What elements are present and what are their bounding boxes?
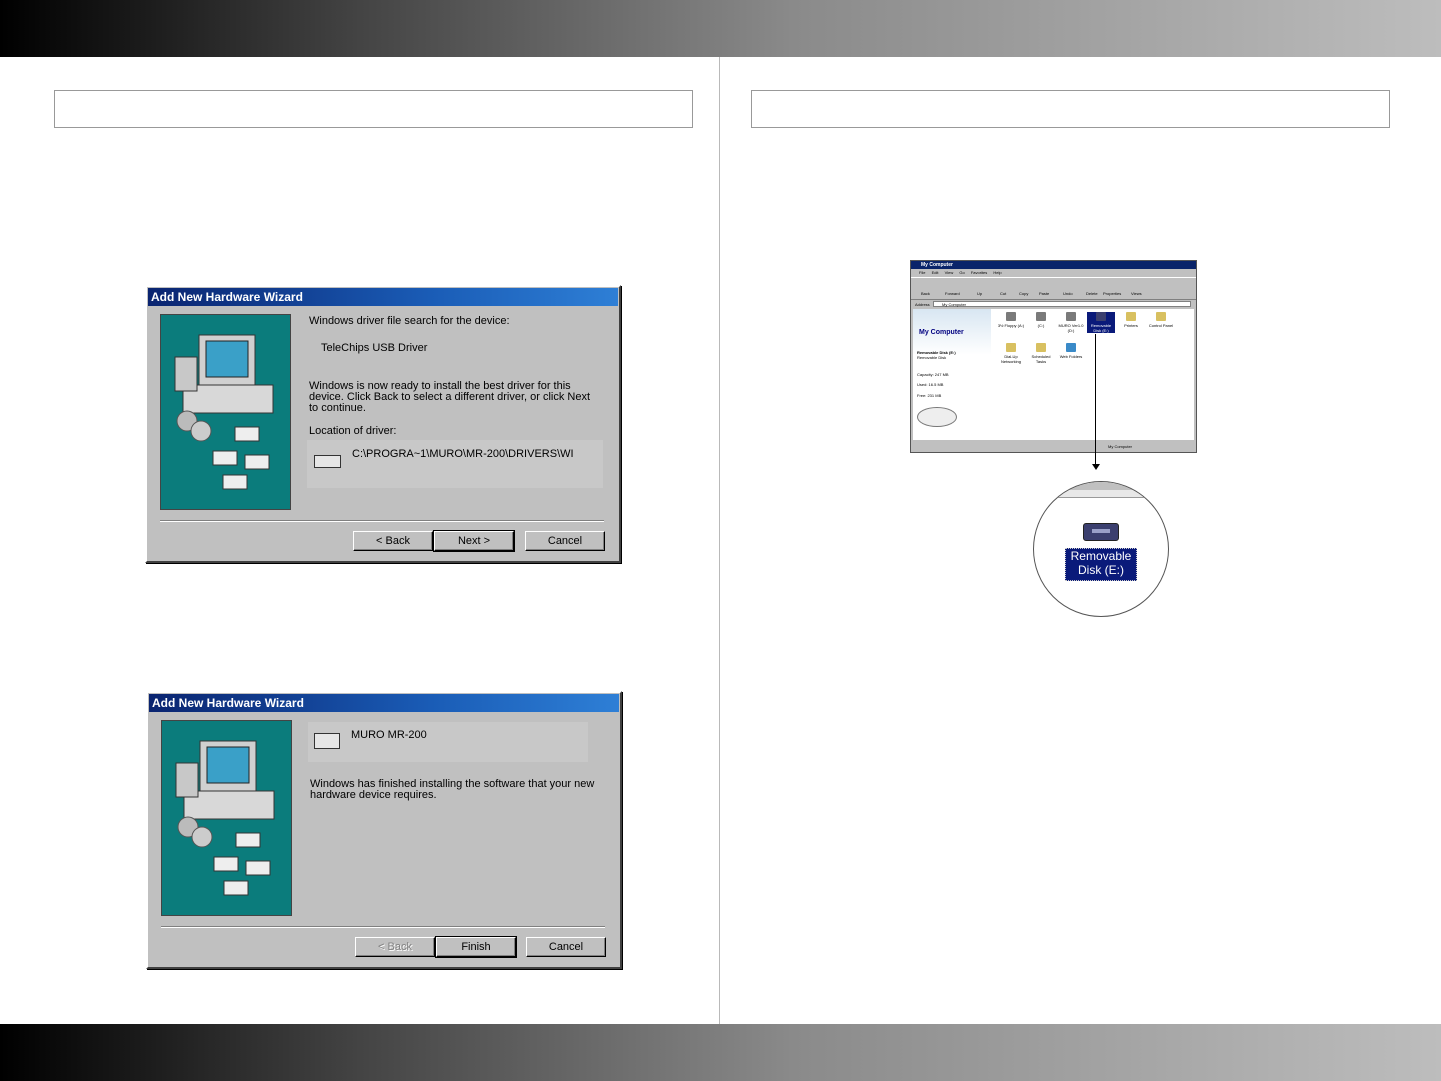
status-bar: My Computer <box>911 442 1196 452</box>
back-tool[interactable]: Back <box>921 291 930 296</box>
up-tool[interactable]: Up <box>977 291 982 296</box>
dialog-title: Add New Hardware Wizard <box>148 288 618 306</box>
zoom-window-strip <box>1034 490 1168 498</box>
device-name: MURO MR-200 <box>351 729 427 741</box>
address-field[interactable]: My Computer <box>933 301 1191 307</box>
device-name: TeleChips USB Driver <box>321 342 428 354</box>
address-label: Address <box>915 302 930 307</box>
next-button[interactable]: Next > <box>433 530 515 552</box>
button-separator <box>160 520 604 522</box>
menu-file[interactable]: File <box>919 270 925 275</box>
add-hardware-wizard-finish-dialog: Add New Hardware Wizard MURO MR-200 Wind… <box>146 691 622 969</box>
button-separator <box>161 926 605 928</box>
free-space-text: Free: 231 MB <box>917 393 942 398</box>
menu-go[interactable]: Go <box>959 270 964 275</box>
views-tool[interactable]: Views <box>1131 291 1142 296</box>
removable-disk-zoom-icon <box>1083 523 1119 541</box>
back-button[interactable]: < Back <box>355 937 435 957</box>
panel-title: My Computer <box>919 329 964 336</box>
device-icon <box>314 733 340 749</box>
scheduled-tasks-icon[interactable]: Scheduled Tasks <box>1027 343 1055 364</box>
zoom-label-line-1: Removable <box>1070 549 1132 563</box>
page-divider <box>719 57 720 1024</box>
window-title: My Computer <box>911 261 1196 269</box>
computer-install-illustration-icon <box>160 314 291 510</box>
removable-disk-zoom-label[interactable]: Removable Disk (E:) <box>1065 548 1137 581</box>
selected-drive-type: Removable Disk <box>917 355 947 360</box>
add-hardware-wizard-driver-dialog: Add New Hardware Wizard Windows driver f… <box>145 285 621 563</box>
finish-message-line-2: hardware device requires. <box>310 789 437 801</box>
callout-arrow-icon <box>1092 464 1100 470</box>
menu-view[interactable]: View <box>945 270 954 275</box>
cancel-button[interactable]: Cancel <box>525 531 605 551</box>
address-bar: Address My Computer <box>911 300 1196 309</box>
computer-install-illustration-icon <box>161 720 292 916</box>
my-computer-window: My Computer File Edit View Go Favorites … <box>910 260 1197 453</box>
paste-tool[interactable]: Paste <box>1039 291 1049 296</box>
dialog-title: Add New Hardware Wizard <box>149 694 619 712</box>
forward-tool[interactable]: Forward <box>945 291 960 296</box>
drive-icon <box>314 455 341 468</box>
web-folders-icon[interactable]: Web Folders <box>1057 343 1085 359</box>
zoom-toolbar-strip <box>1034 482 1168 490</box>
menu-bar: File Edit View Go Favorites Help <box>911 269 1196 277</box>
folder-view: My Computer Removable Disk (E:) Removabl… <box>913 309 1194 440</box>
left-section-header-box <box>54 90 693 128</box>
delete-tool[interactable]: Delete <box>1086 291 1098 296</box>
status-text: My Computer <box>1108 444 1133 449</box>
dial-up-networking-icon[interactable]: Dial-Up Networking <box>997 343 1025 364</box>
location-label: Location of driver: <box>309 425 397 437</box>
menu-favorites[interactable]: Favorites <box>971 270 987 275</box>
used-space-text: Used: 16.5 MB <box>917 382 944 387</box>
message-line-3: to continue. <box>309 402 366 414</box>
info-panel: My Computer Removable Disk (E:) Removabl… <box>913 309 991 440</box>
cd-drive-icon[interactable]: MURO Ver1.0 (D:) <box>1057 312 1085 333</box>
right-section-header-box <box>751 90 1390 128</box>
removable-disk-icon[interactable]: Removable Disk (E:) <box>1087 312 1115 333</box>
toolbar: Back Forward Up Cut Copy Paste Undo Dele… <box>911 277 1196 300</box>
control-panel-icon[interactable]: Control Panel <box>1147 312 1175 328</box>
cancel-button[interactable]: Cancel <box>526 937 606 957</box>
properties-tool[interactable]: Properties <box>1103 291 1121 296</box>
capacity-text: Capacity: 247 MB <box>917 372 949 377</box>
cut-tool[interactable]: Cut <box>1000 291 1006 296</box>
undo-tool[interactable]: Undo <box>1063 291 1073 296</box>
top-banner <box>0 0 1441 57</box>
printers-icon[interactable]: Printers <box>1117 312 1145 328</box>
zoom-magnifier: Removable Disk (E:) <box>1033 481 1169 617</box>
callout-line <box>1095 334 1096 466</box>
disk-usage-pie <box>917 407 957 427</box>
device-box <box>308 722 588 762</box>
driver-path: C:\PROGRA~1\MURO\MR-200\DRIVERS\WI <box>352 448 574 460</box>
c-drive-icon[interactable]: (C:) <box>1027 312 1055 328</box>
bottom-banner <box>0 1024 1441 1081</box>
back-button[interactable]: < Back <box>353 531 433 551</box>
zoom-label-line-2: Disk (E:) <box>1078 563 1124 577</box>
copy-tool[interactable]: Copy <box>1019 291 1028 296</box>
floppy-drive-icon[interactable]: 3½ Floppy (A:) <box>997 312 1025 328</box>
menu-edit[interactable]: Edit <box>932 270 939 275</box>
finish-button[interactable]: Finish <box>435 936 517 958</box>
menu-help[interactable]: Help <box>993 270 1001 275</box>
search-heading: Windows driver file search for the devic… <box>309 315 510 327</box>
